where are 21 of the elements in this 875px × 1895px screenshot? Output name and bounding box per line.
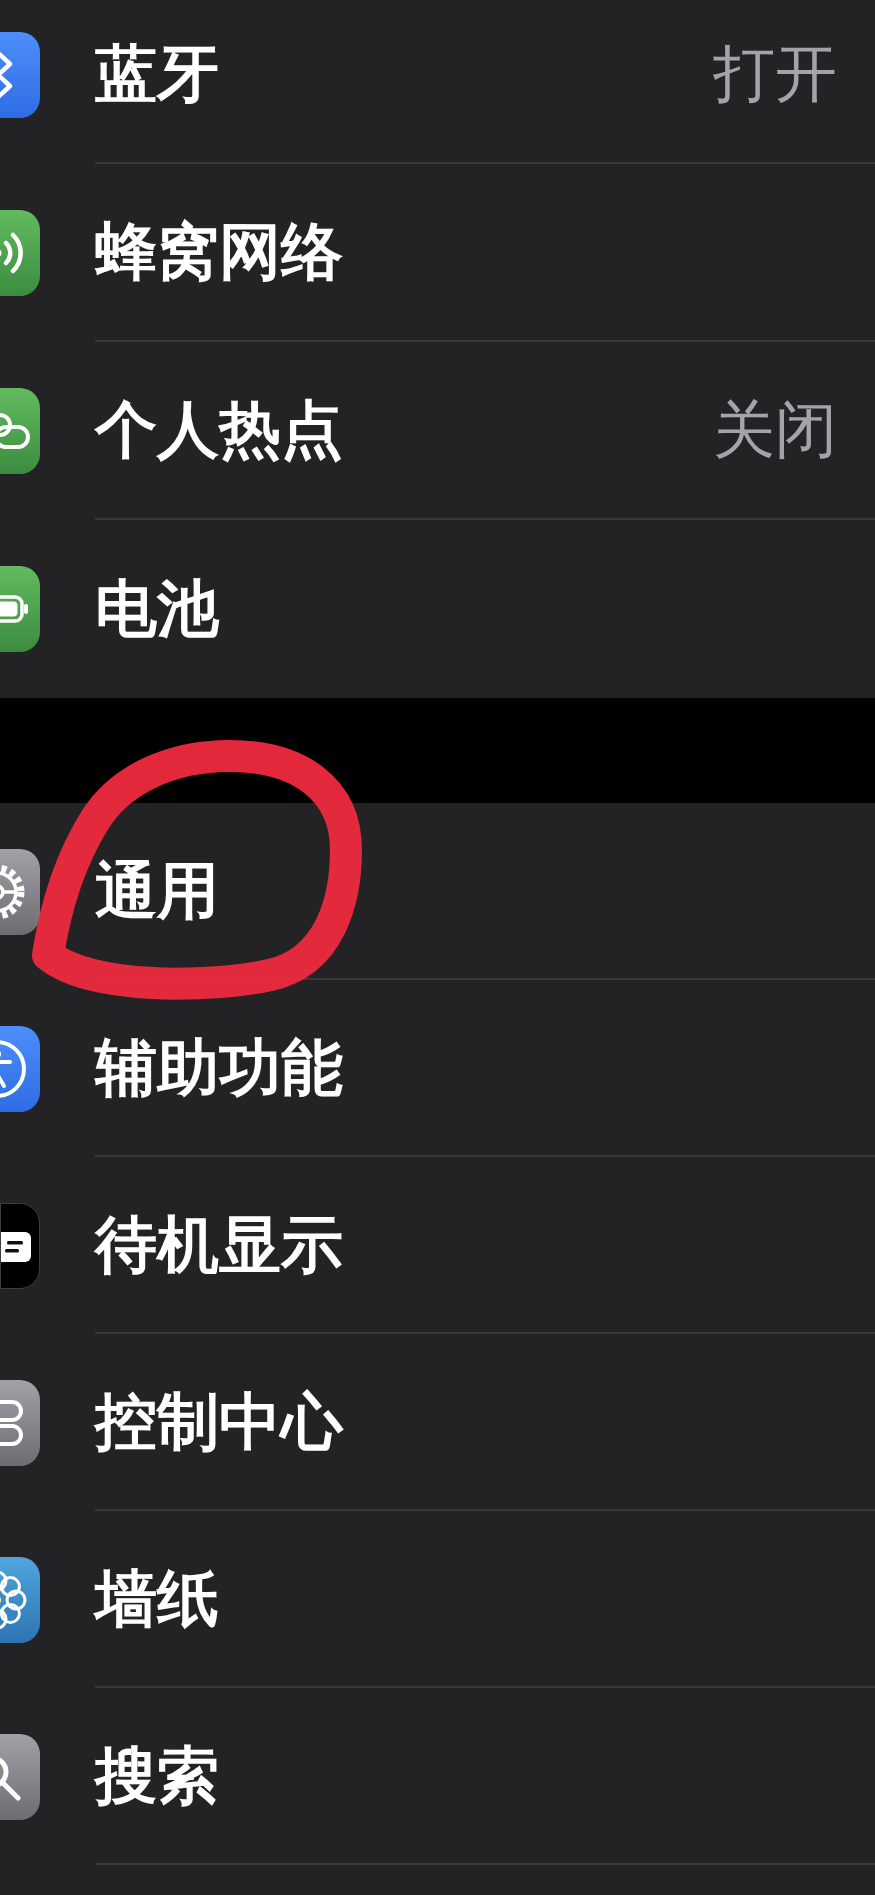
bluetooth-icon — [0, 32, 40, 118]
settings-item-label[interactable]: 电池 — [95, 578, 219, 640]
gear-icon — [0, 848, 40, 935]
settings-item-label[interactable]: 控制中心 — [95, 1390, 343, 1453]
antenna-icon — [0, 210, 40, 296]
toggles-icon — [0, 1379, 40, 1466]
search-icon — [0, 1733, 40, 1820]
chain-link-icon — [0, 388, 40, 474]
settings-item-label[interactable]: 通用 — [95, 859, 219, 922]
card-icon — [0, 1202, 40, 1289]
settings-item-label[interactable]: 搜索 — [95, 1744, 219, 1807]
settings-item-label[interactable]: 蜂窝网络 — [95, 221, 343, 283]
settings-item-label[interactable]: 待机显示 — [95, 1213, 343, 1276]
settings-item-label[interactable]: 个人热点 — [95, 399, 343, 461]
status-value: 关闭 — [713, 399, 837, 461]
flower-icon — [0, 1556, 40, 1643]
settings-item-label[interactable]: 墙纸 — [95, 1567, 219, 1630]
battery-icon — [0, 566, 40, 652]
status-value: 打开 — [713, 43, 837, 105]
settings-item-label[interactable]: 蓝牙 — [95, 43, 219, 105]
settings-item-label[interactable]: 辅助功能 — [95, 1036, 343, 1099]
